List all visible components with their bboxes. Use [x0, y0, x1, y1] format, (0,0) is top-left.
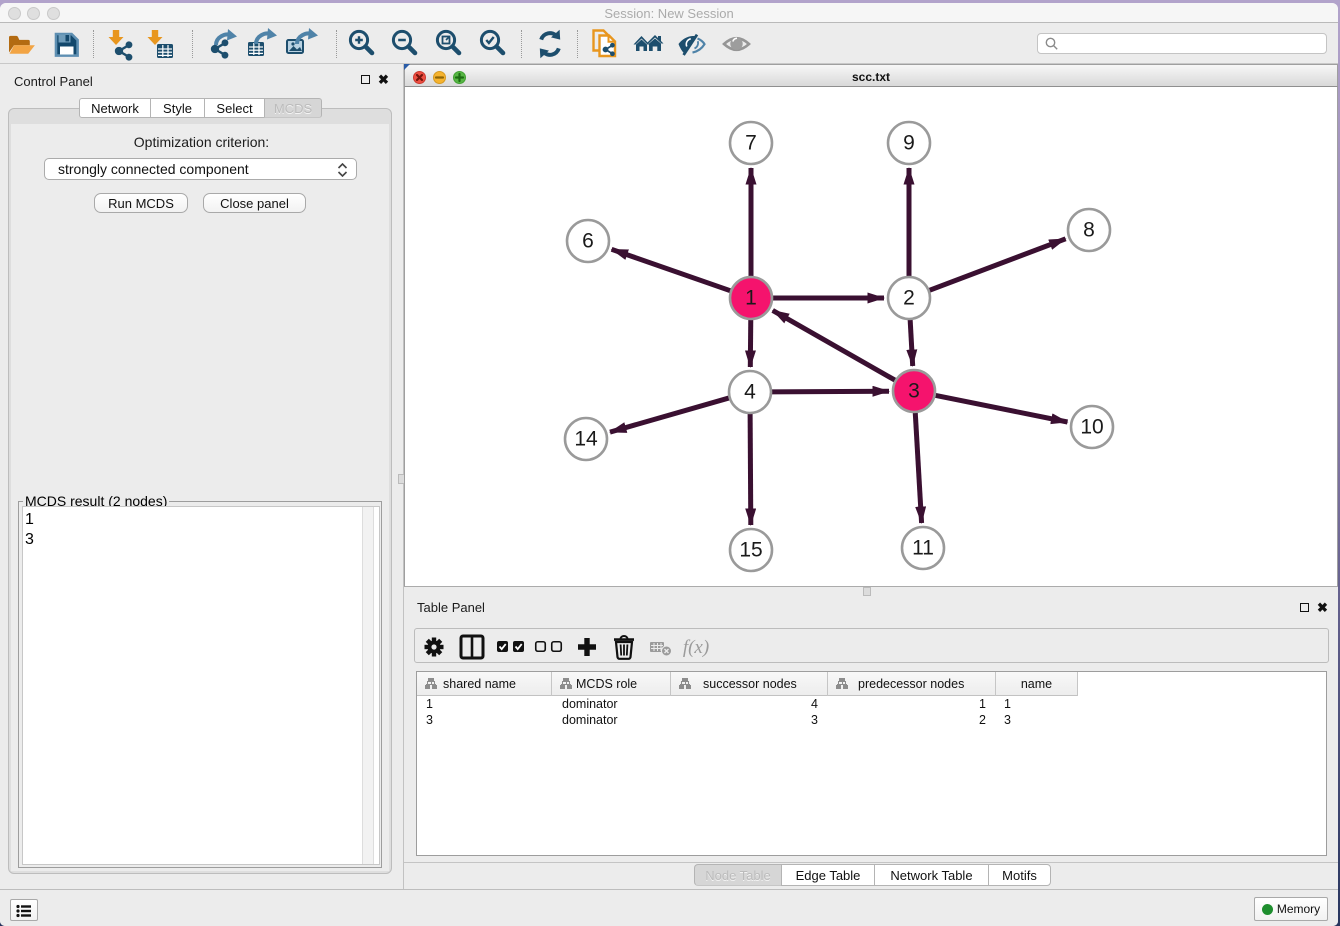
svg-text:2: 2: [903, 287, 915, 310]
svg-text:1: 1: [745, 287, 757, 310]
svg-text:f(x): f(x): [683, 637, 709, 658]
svg-text:6: 6: [582, 230, 594, 253]
svg-text:9: 9: [903, 132, 915, 155]
svg-text:14: 14: [574, 428, 598, 451]
svg-text:4: 4: [744, 381, 756, 404]
svg-text:3: 3: [908, 380, 920, 403]
svg-text:11: 11: [912, 537, 934, 560]
svg-text:7: 7: [745, 132, 757, 155]
svg-text:8: 8: [1083, 219, 1095, 242]
svg-text:10: 10: [1080, 416, 1103, 439]
svg-text:15: 15: [739, 539, 762, 562]
